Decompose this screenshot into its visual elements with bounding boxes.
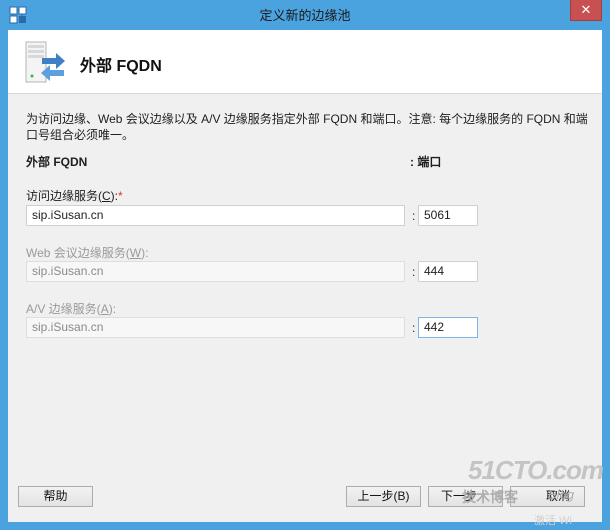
page-title: 外部 FQDN	[80, 58, 162, 75]
web-conf-edge-label-text: Web 会议边缘服务(	[26, 246, 130, 260]
web-conf-edge-label-key: W	[129, 246, 142, 260]
av-edge-label-text: A/V 边缘服务(	[26, 302, 101, 316]
wizard-header: 外部 FQDN	[8, 30, 602, 94]
window-title: 定义新的边缘池	[259, 8, 351, 23]
port-separator: :	[412, 321, 416, 335]
dialog-body: 外部 FQDN 为访问边缘、Web 会议边缘以及 A/V 边缘服务指定外部 FQ…	[8, 30, 602, 522]
av-edge-label-key: A	[100, 302, 109, 316]
access-edge-label: 访问边缘服务(C):*	[26, 187, 123, 204]
watermark-subtitle: 技术博客	[462, 489, 518, 505]
web-conf-edge-port-input[interactable]: 444	[418, 261, 478, 282]
av-edge-label: A/V 边缘服务(A):	[26, 300, 116, 317]
web-conf-edge-fqdn-input[interactable]: sip.iSusan.cn	[26, 261, 405, 282]
access-edge-label-key: C	[102, 189, 111, 203]
help-button[interactable]: 帮助	[18, 486, 93, 507]
server-arrow-icon	[25, 41, 65, 83]
title-bar[interactable]: 定义新的边缘池 ✕	[0, 0, 610, 30]
access-edge-label-suffix: ):	[110, 189, 119, 203]
port-column-header: : 端口	[410, 155, 442, 169]
web-conf-edge-label-suffix: ):	[141, 246, 149, 260]
access-edge-label-text: 访问边缘服务(	[26, 189, 102, 203]
required-asterisk: *	[118, 189, 123, 203]
av-edge-label-suffix: ):	[108, 302, 117, 316]
access-edge-port-input[interactable]: 5061	[418, 205, 478, 226]
av-edge-fqdn-input[interactable]: sip.iSusan.cn	[26, 317, 405, 338]
av-edge-port-input[interactable]: 442	[418, 317, 478, 338]
back-button[interactable]: 上一步(B)	[346, 486, 421, 507]
watermark-blog: Blog	[548, 487, 575, 502]
port-separator: :	[412, 209, 416, 223]
web-conf-edge-label: Web 会议边缘服务(W):	[26, 244, 148, 261]
watermark-logo: 51CTO.com	[468, 455, 604, 485]
access-edge-fqdn-input[interactable]: sip.iSusan.cn	[26, 205, 405, 226]
fqdn-column-header: 外部 FQDN	[26, 155, 88, 169]
port-separator: :	[412, 265, 416, 279]
description-text: 为访问边缘、Web 会议边缘以及 A/V 边缘服务指定外部 FQDN 和端口。注…	[26, 112, 588, 142]
activation-watermark: 激活 Wi	[534, 515, 572, 527]
close-button[interactable]: ✕	[570, 0, 602, 21]
dialog-window: 定义新的边缘池 ✕ 外部 FQDN 为访问边缘、Web 会议边缘以及 A/V 边…	[0, 0, 610, 530]
